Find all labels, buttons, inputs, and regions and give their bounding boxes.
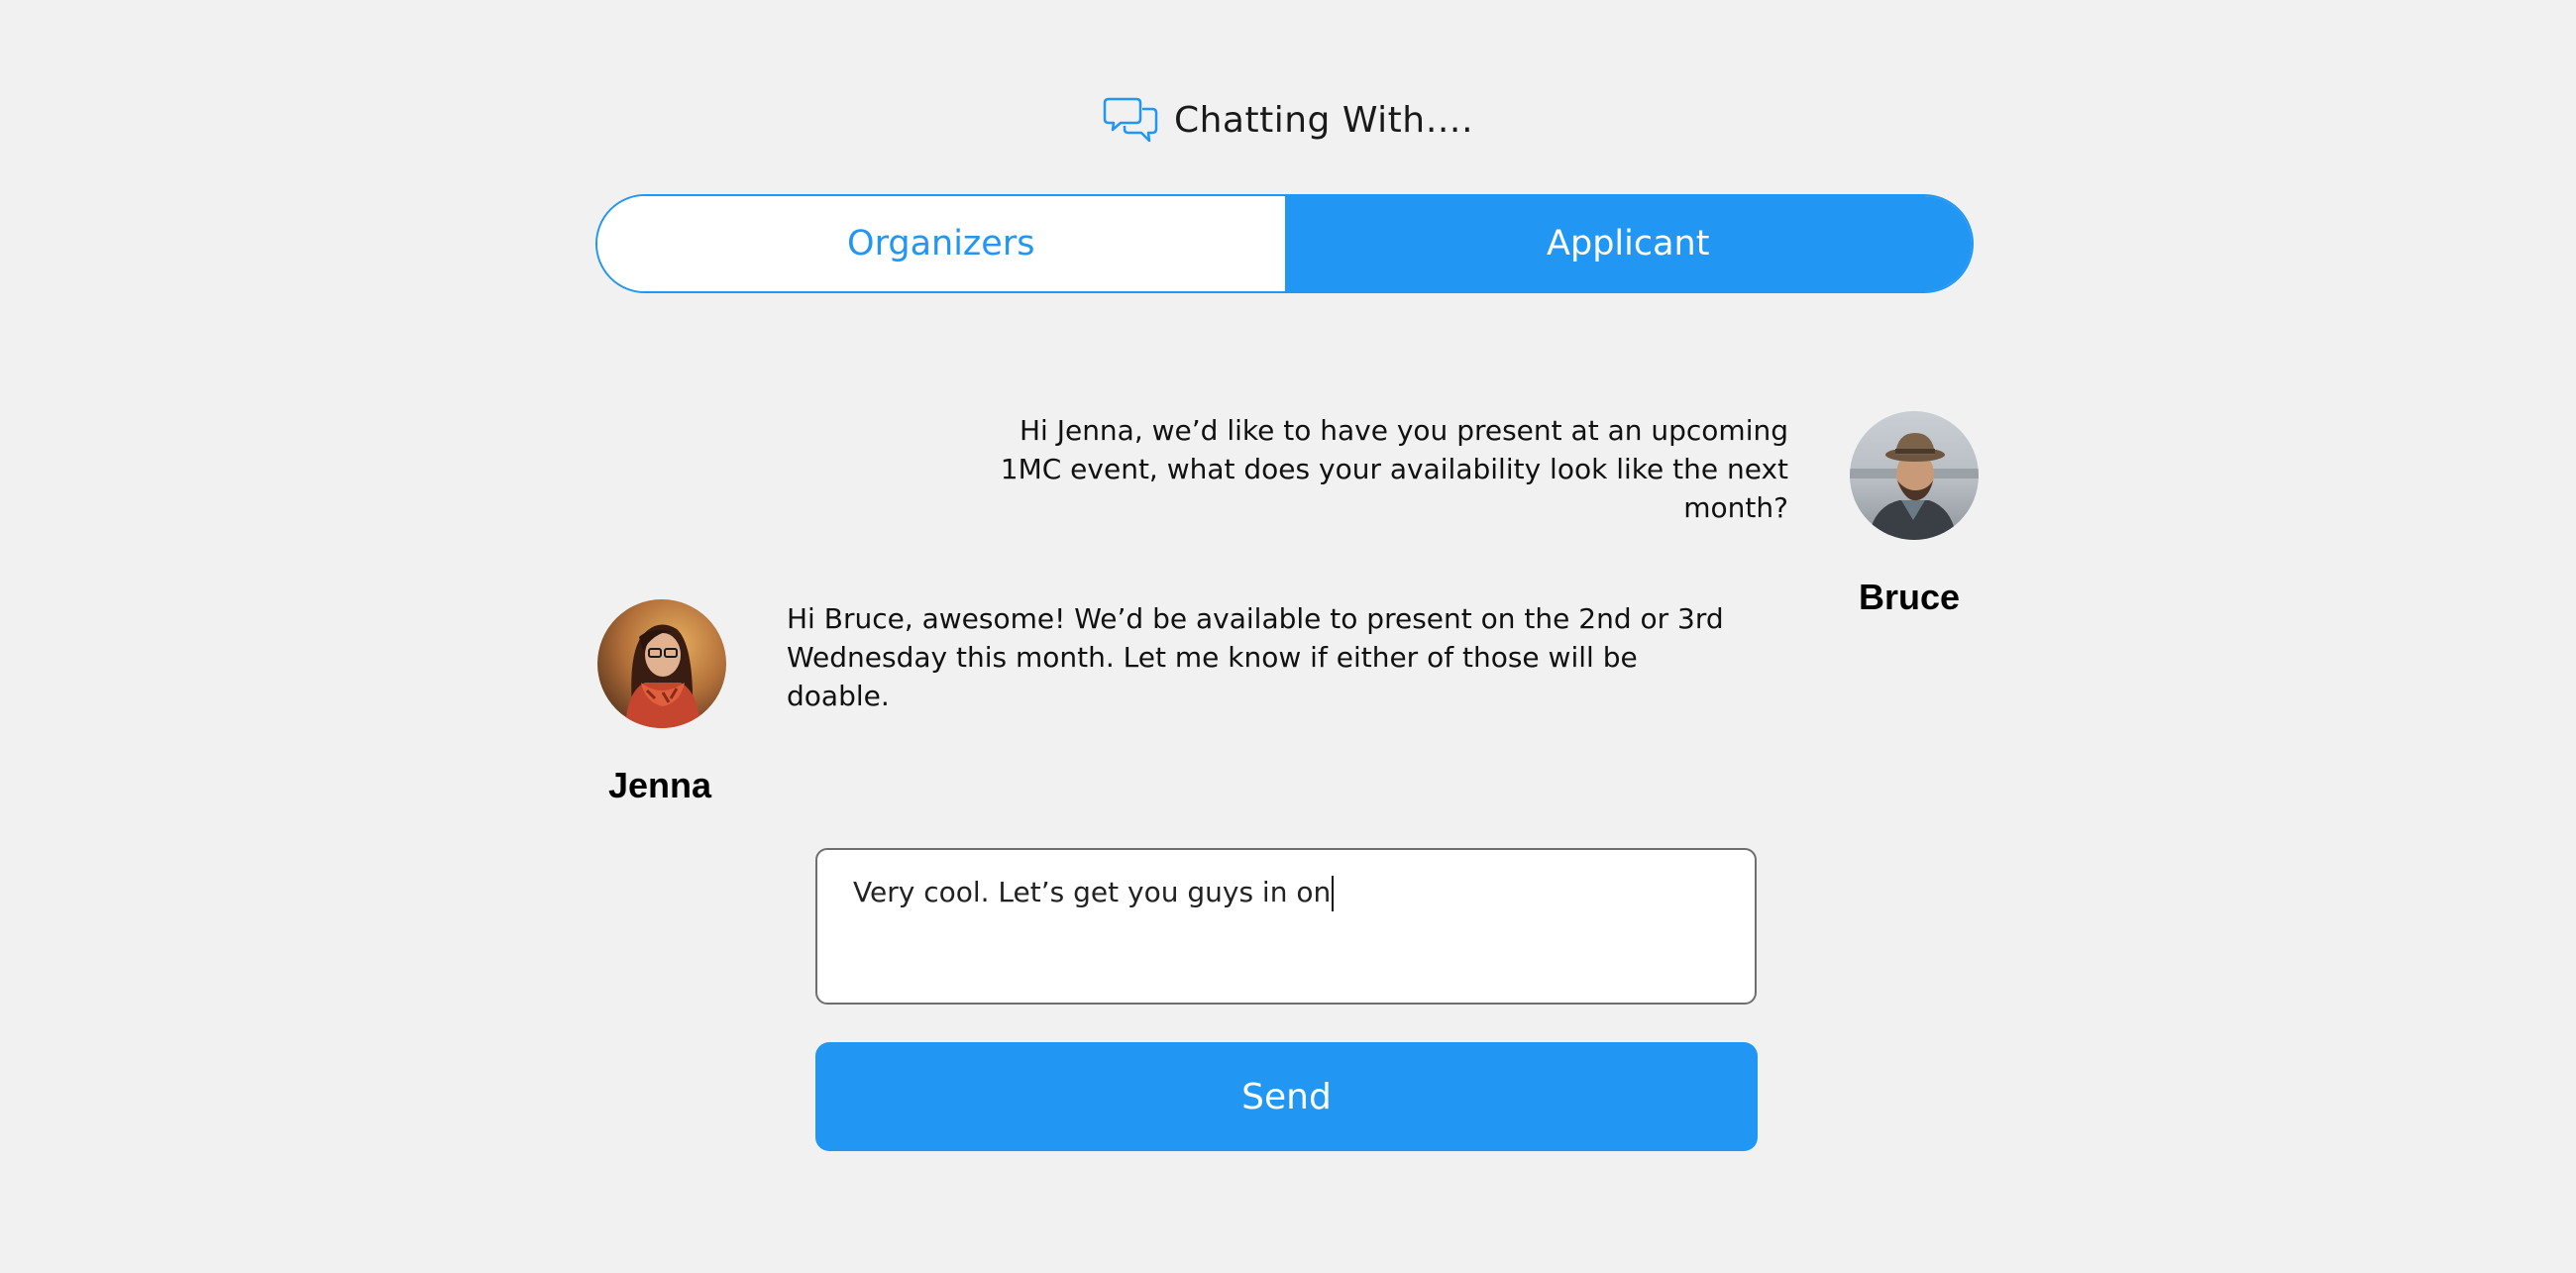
chat-bubbles-icon: [1103, 91, 1160, 149]
chat-header: Chatting With….: [0, 91, 2576, 149]
message-text-bruce: Hi Jenna, we’d like to have you present …: [1000, 414, 1788, 524]
chat-target-toggle: Organizers Applicant: [595, 194, 1974, 293]
sender-name-jenna: Jenna: [607, 765, 712, 805]
message-input[interactable]: Very cool. Let’s get you guys in on: [815, 848, 1757, 1005]
avatar-bruce: [1850, 411, 1979, 540]
sender-name-bruce: Bruce: [1858, 577, 1961, 617]
text-caret: [1332, 876, 1335, 911]
message-text-jenna: Hi Bruce, awesome! We’d be available to …: [787, 602, 1724, 712]
avatar-jenna: [597, 599, 726, 728]
tab-organizers[interactable]: Organizers: [597, 196, 1285, 291]
send-button[interactable]: Send: [815, 1042, 1758, 1151]
tab-applicant[interactable]: Applicant: [1284, 196, 1972, 291]
page-title: Chatting With….: [1173, 99, 1474, 141]
message-input-value: Very cool. Let’s get you guys in on: [853, 876, 1332, 908]
